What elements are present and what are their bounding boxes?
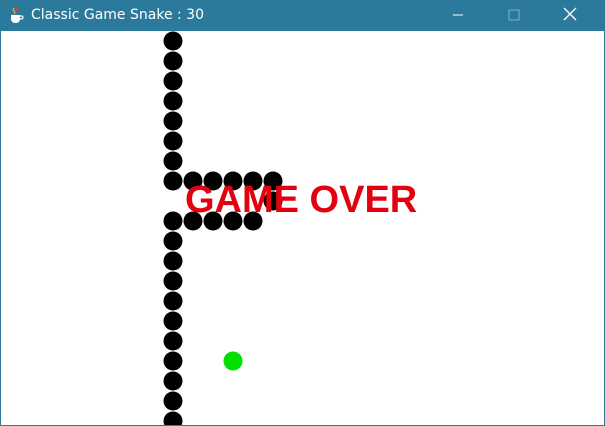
snake-segment [163, 131, 183, 151]
snake-segment [163, 331, 183, 351]
snake-segment [163, 111, 183, 131]
game-board-drawing [163, 31, 283, 425]
snake-segment [163, 351, 183, 371]
game-over-message: GAME OVER [185, 179, 418, 221]
snake-segment [163, 391, 183, 411]
snake-segment [163, 251, 183, 271]
snake-segment [163, 291, 183, 311]
snake-segment [163, 51, 183, 71]
snake-segment [163, 31, 183, 51]
snake-segment [163, 311, 183, 331]
maximize-button[interactable] [491, 0, 537, 31]
close-button[interactable] [547, 0, 593, 31]
window-title: Classic Game Snake : 30 [31, 7, 204, 23]
snake-segment [163, 151, 183, 171]
food-pellet [223, 351, 243, 371]
game-board[interactable] [2, 31, 604, 425]
snake-segment [163, 91, 183, 111]
minimize-button[interactable] [435, 0, 481, 31]
minimize-icon [452, 6, 464, 25]
snake-segment [163, 271, 183, 291]
title-bar[interactable]: Classic Game Snake : 30 [1, 0, 604, 31]
snake-segment [163, 231, 183, 251]
game-window: Classic Game Snake : 30 GAME OVER [0, 0, 605, 426]
snake-segment [163, 411, 183, 425]
snake-segment [163, 71, 183, 91]
maximize-icon [508, 6, 520, 25]
java-cup-icon[interactable] [8, 6, 24, 24]
close-icon [563, 6, 577, 25]
snake-segment [163, 371, 183, 391]
